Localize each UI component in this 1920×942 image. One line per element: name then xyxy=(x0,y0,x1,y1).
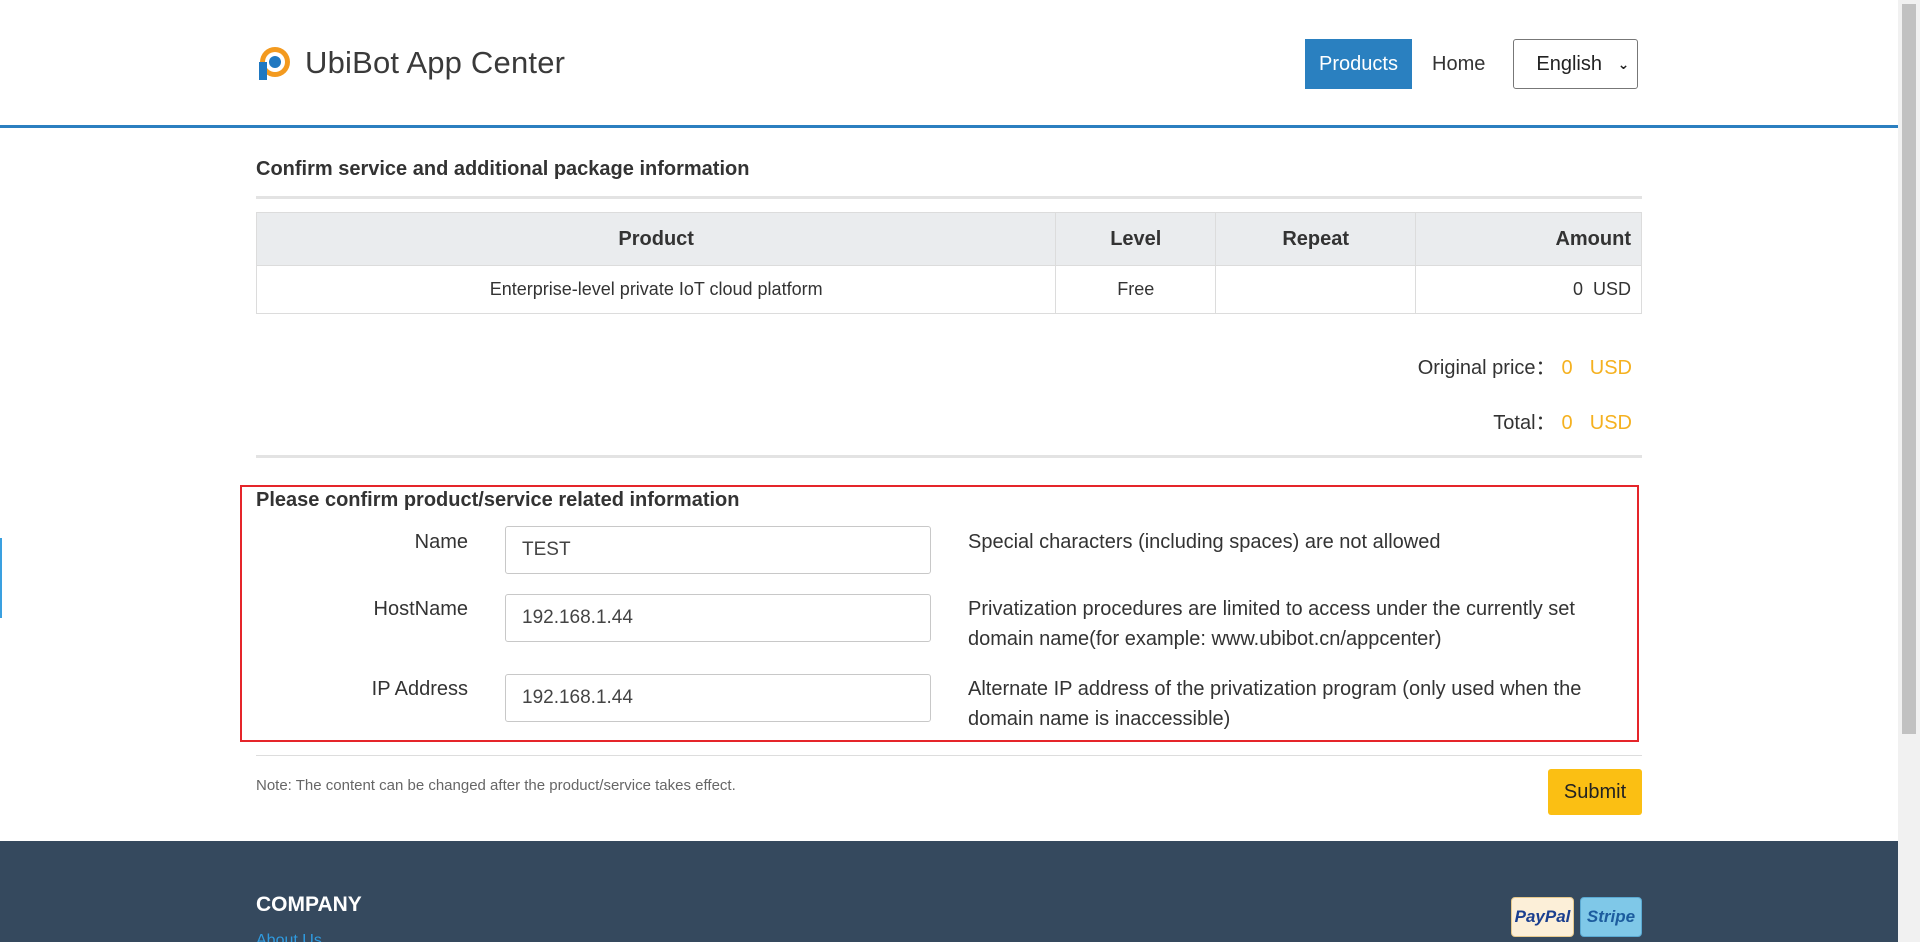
original-price-value: 0 xyxy=(1561,357,1573,379)
ip-address-help: Alternate IP address of the privatizatio… xyxy=(968,678,1582,730)
stripe-icon: Stripe xyxy=(1580,897,1642,937)
ip-address-label: IP Address xyxy=(371,678,468,700)
submit-button[interactable]: Submit xyxy=(1548,769,1642,815)
table-row: Enterprise-level private IoT cloud platf… xyxy=(255,265,1642,314)
footer-about-link[interactable]: About Us xyxy=(256,932,322,942)
cell-repeat xyxy=(1215,265,1417,314)
top-header: UbiBot App Center Products Home English … xyxy=(0,0,1898,128)
name-input[interactable]: TEST xyxy=(505,526,931,574)
order-table: Product Level Repeat Amount Enterprise-l… xyxy=(255,212,1642,314)
top-nav: Products Home English ⌄ xyxy=(1305,39,1639,89)
chevron-down-icon: ⌄ xyxy=(1617,55,1630,72)
note-text: Note: The content can be changed after t… xyxy=(256,777,736,794)
paypal-icon: PayPal xyxy=(1511,897,1574,937)
vertical-scrollbar[interactable] xyxy=(1898,0,1920,942)
table-header-row: Product Level Repeat Amount xyxy=(255,212,1642,266)
nav-home-link[interactable]: Home xyxy=(1432,53,1485,76)
divider xyxy=(256,755,1642,756)
ip-address-input[interactable]: 192.168.1.44 xyxy=(505,674,931,722)
language-select[interactable]: English ⌄ xyxy=(1513,39,1639,89)
nav-products-button[interactable]: Products xyxy=(1305,39,1412,89)
confirm-title: Please confirm product/service related i… xyxy=(256,489,740,511)
original-price: Original price： 0 USD xyxy=(1418,351,1632,380)
total-unit: USD xyxy=(1589,412,1632,434)
header-repeat: Repeat xyxy=(1215,212,1417,266)
header-amount: Amount xyxy=(1415,212,1642,266)
scrollbar-thumb[interactable] xyxy=(1902,4,1916,734)
original-price-label: Original price： xyxy=(1417,357,1556,379)
divider xyxy=(256,196,1642,199)
side-tab-edge xyxy=(0,538,2,618)
amount-value: 0 xyxy=(1572,279,1583,299)
total-label: Total： xyxy=(1493,412,1556,434)
summary-title: Confirm service and additional package i… xyxy=(256,158,750,180)
header-product: Product xyxy=(255,212,1057,266)
total-price: Total： 0 USD xyxy=(1493,406,1632,435)
cell-product: Enterprise-level private IoT cloud platf… xyxy=(255,265,1057,314)
cell-level: Free xyxy=(1055,265,1217,314)
ubibot-logo-icon xyxy=(259,47,290,80)
header-level: Level xyxy=(1055,212,1217,266)
hostname-input[interactable]: 192.168.1.44 xyxy=(505,594,931,642)
amount-unit: USD xyxy=(1592,279,1631,299)
language-value: English xyxy=(1536,52,1602,75)
hostname-label: HostName xyxy=(373,598,468,620)
hostname-help: Privatization procedures are limited to … xyxy=(968,598,1575,650)
total-value: 0 xyxy=(1561,412,1573,434)
brand-name: UbiBot App Center xyxy=(305,45,566,80)
brand-logo[interactable]: UbiBot App Center xyxy=(255,44,565,82)
footer-company-heading: COMPANY xyxy=(256,893,362,916)
name-help: Special characters (including spaces) ar… xyxy=(968,531,1441,553)
divider xyxy=(256,455,1642,458)
original-price-unit: USD xyxy=(1589,357,1632,379)
name-label: Name xyxy=(414,531,468,553)
cell-amount: 0 USD xyxy=(1415,265,1642,314)
